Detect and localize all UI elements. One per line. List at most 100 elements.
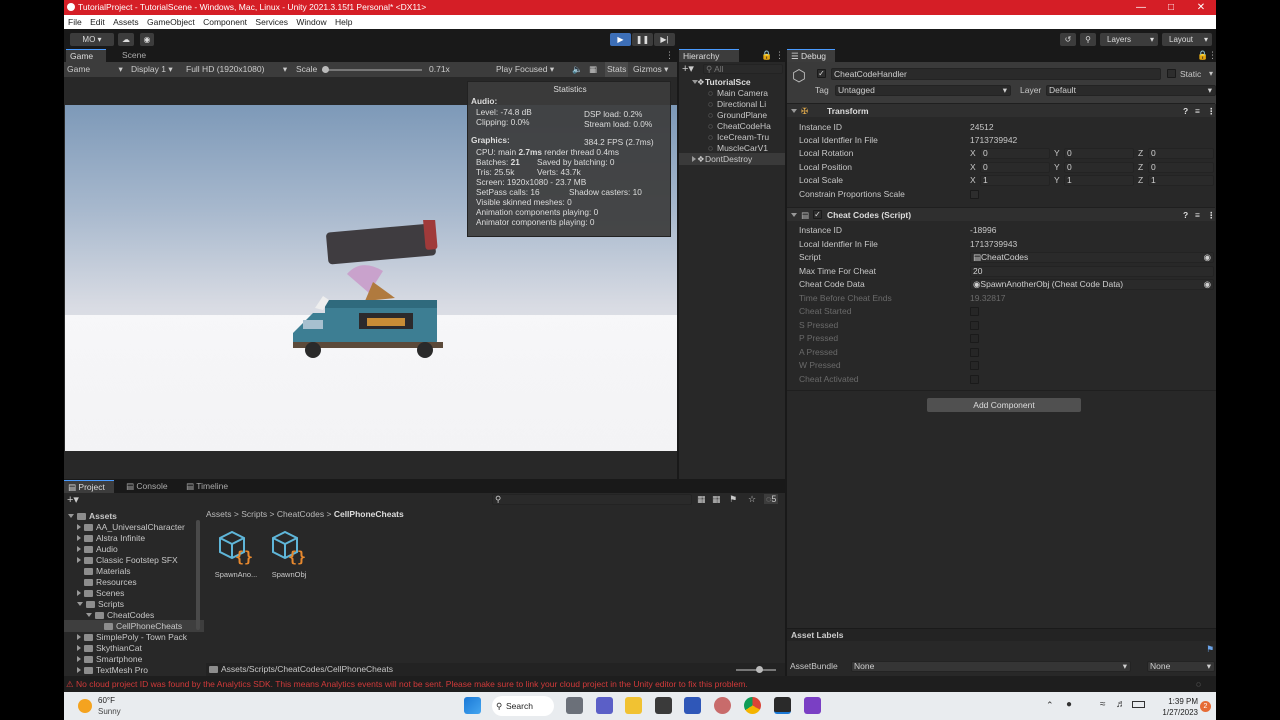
search-by-type-icon[interactable]: ▦ [697, 494, 706, 505]
layout-dropdown[interactable]: Layout ▾ [1162, 33, 1212, 46]
breadcrumb-current[interactable]: CellPhoneCheats [334, 509, 404, 519]
scale-slider[interactable] [322, 66, 422, 73]
tab-project[interactable]: ▤ Project [64, 480, 114, 493]
scale-y-field[interactable]: 1 [1064, 175, 1134, 186]
battery-icon[interactable] [1132, 701, 1145, 708]
weather-condition[interactable]: Sunny [98, 707, 121, 716]
preset-icon[interactable]: ≡ [1195, 104, 1200, 118]
notification-badge[interactable]: 2 [1200, 701, 1211, 712]
tab-console[interactable]: ▤ Console [122, 480, 172, 493]
weather-temp[interactable]: 60°F [98, 696, 115, 705]
icon-size-slider[interactable] [736, 666, 776, 673]
menu-assets[interactable]: Assets [113, 17, 139, 27]
status-message[interactable]: No cloud project ID was found by the Ana… [76, 679, 748, 689]
more-icon[interactable]: ⋮ [1208, 50, 1216, 61]
position-z-field[interactable]: 0 [1148, 162, 1214, 173]
lock-icon[interactable]: 🔒 [761, 50, 772, 61]
collab-icon[interactable]: ◉ [140, 33, 154, 46]
start-icon[interactable] [464, 697, 481, 714]
display-dropdown[interactable]: Display 1 ▾ [131, 62, 173, 77]
cloud-icon[interactable]: ☁ [118, 33, 134, 46]
project-search-input[interactable]: ⚲ [492, 494, 692, 505]
help-icon[interactable]: ? [1183, 104, 1188, 118]
step-button[interactable]: ▶| [654, 33, 675, 46]
transform-header[interactable]: ✠ Transform ? ≡ ⋮ [787, 103, 1216, 118]
scale-z-field[interactable]: 1 [1148, 175, 1214, 186]
menu-edit[interactable]: Edit [90, 17, 105, 27]
clock-date[interactable]: 1/27/2023 [1154, 708, 1198, 717]
minimize-icon[interactable]: — [1126, 0, 1156, 15]
cheat-codes-enabled-checkbox[interactable]: ✓ [813, 210, 822, 219]
object-picker-icon[interactable]: ◉ [1204, 253, 1211, 262]
static-checkbox[interactable] [1167, 69, 1176, 78]
tab-debug[interactable]: ☰ Debug [787, 49, 835, 62]
script-field[interactable]: ▤CheatCodes ◉ [970, 252, 1214, 263]
breadcrumb-cheatcodes[interactable]: CheatCodes [277, 509, 324, 519]
cheat-codes-header[interactable]: ▤ ✓ Cheat Codes (Script) ? ≡ ⋮ [787, 207, 1216, 222]
position-y-field[interactable]: 0 [1064, 162, 1134, 173]
more-icon[interactable]: ⋮ [1207, 104, 1216, 118]
active-checkbox[interactable]: ✓ [817, 69, 826, 78]
show-hidden-icons[interactable]: ⌃ [1046, 700, 1054, 711]
asset-item[interactable]: {} SpawnObj [267, 528, 311, 582]
tree-item[interactable]: TextMesh Pro [64, 664, 148, 676]
mute-audio-icon[interactable]: 🔈 [572, 62, 583, 77]
maximize-icon[interactable]: □ [1156, 0, 1186, 15]
rotation-z-field[interactable]: 0 [1148, 148, 1214, 159]
stats-button[interactable]: Stats [605, 62, 629, 77]
menu-component[interactable]: Component [203, 17, 247, 27]
unity-editor-icon[interactable] [774, 697, 791, 714]
add-icon[interactable]: +▾ [682, 62, 694, 75]
photos-icon[interactable] [714, 697, 731, 714]
static-dropdown-icon[interactable]: ▾ [1209, 69, 1213, 78]
object-picker-icon[interactable]: ◉ [1204, 280, 1211, 289]
visual-studio-icon[interactable] [804, 697, 821, 714]
play-focused-dropdown[interactable]: Play Focused ▾ [496, 62, 554, 77]
position-x-field[interactable]: 0 [980, 162, 1050, 173]
scale-slider-handle[interactable] [322, 66, 329, 73]
hierarchy-search-input[interactable]: ⚲ All [703, 64, 783, 74]
tree-scrollbar[interactable] [196, 520, 200, 630]
rotation-y-field[interactable]: 0 [1064, 148, 1134, 159]
max-time-field[interactable]: 20 [970, 266, 1214, 277]
menu-file[interactable]: File [68, 17, 82, 27]
menu-services[interactable]: Services [255, 17, 288, 27]
search-by-label-icon[interactable]: ▦ [712, 494, 721, 505]
hierarchy-item[interactable]: ❖ DontDestroy [679, 153, 785, 165]
scale-x-field[interactable]: 1 [980, 175, 1050, 186]
rotation-x-field[interactable]: 0 [980, 148, 1050, 159]
icon-size-slider-handle[interactable] [756, 666, 763, 673]
cheat-code-data-field[interactable]: ◉SpawnAnotherObj (Cheat Code Data) ◉ [970, 279, 1214, 290]
tag-icon[interactable]: ⚑ [729, 494, 737, 505]
menu-window[interactable]: Window [296, 17, 326, 27]
wifi-icon[interactable]: ≈ [1100, 699, 1106, 710]
play-button[interactable]: ▶ [610, 33, 631, 46]
preset-icon[interactable]: ≡ [1195, 208, 1200, 222]
asset-item[interactable]: {} SpawnAno... [214, 528, 258, 582]
tab-game[interactable]: Game [66, 49, 106, 62]
layers-dropdown[interactable]: Layers ▾ [1100, 33, 1158, 46]
menu-gameobject[interactable]: GameObject [147, 17, 195, 27]
lock-icon[interactable]: 🔒 [1197, 50, 1208, 61]
unity-hub-icon[interactable] [655, 697, 672, 714]
more-icon[interactable]: ⋮ [665, 50, 674, 61]
breadcrumb-scripts[interactable]: Scripts [241, 509, 267, 519]
menu-help[interactable]: Help [335, 17, 352, 27]
gizmos-dropdown[interactable]: Gizmos ▾ [633, 62, 668, 77]
create-icon[interactable]: +▾ [67, 493, 79, 506]
microphone-icon[interactable]: ● [1066, 699, 1072, 710]
visual-studio-code-icon[interactable] [684, 697, 701, 714]
tag-dropdown[interactable]: Untagged ▾ [835, 85, 1011, 96]
pause-button[interactable]: ❚❚ [632, 33, 653, 46]
account-button[interactable]: MO ▾ [70, 33, 114, 46]
history-icon[interactable]: ↺ [1060, 33, 1076, 46]
breadcrumb-assets[interactable]: Assets [206, 509, 232, 519]
game-mode-dropdown[interactable]: Game ▾ [67, 62, 123, 77]
object-name-field[interactable]: CheatCodeHandler [831, 68, 1161, 80]
task-view-icon[interactable] [566, 697, 583, 714]
add-component-button[interactable]: Add Component [927, 398, 1081, 412]
label-tag-icon[interactable]: ⚑ [1206, 644, 1214, 655]
asset-variant-dropdown[interactable]: None ▾ [1147, 661, 1215, 672]
help-icon[interactable]: ? [1183, 208, 1188, 222]
resolution-dropdown[interactable]: Full HD (1920x1080) ▾ [186, 62, 287, 77]
